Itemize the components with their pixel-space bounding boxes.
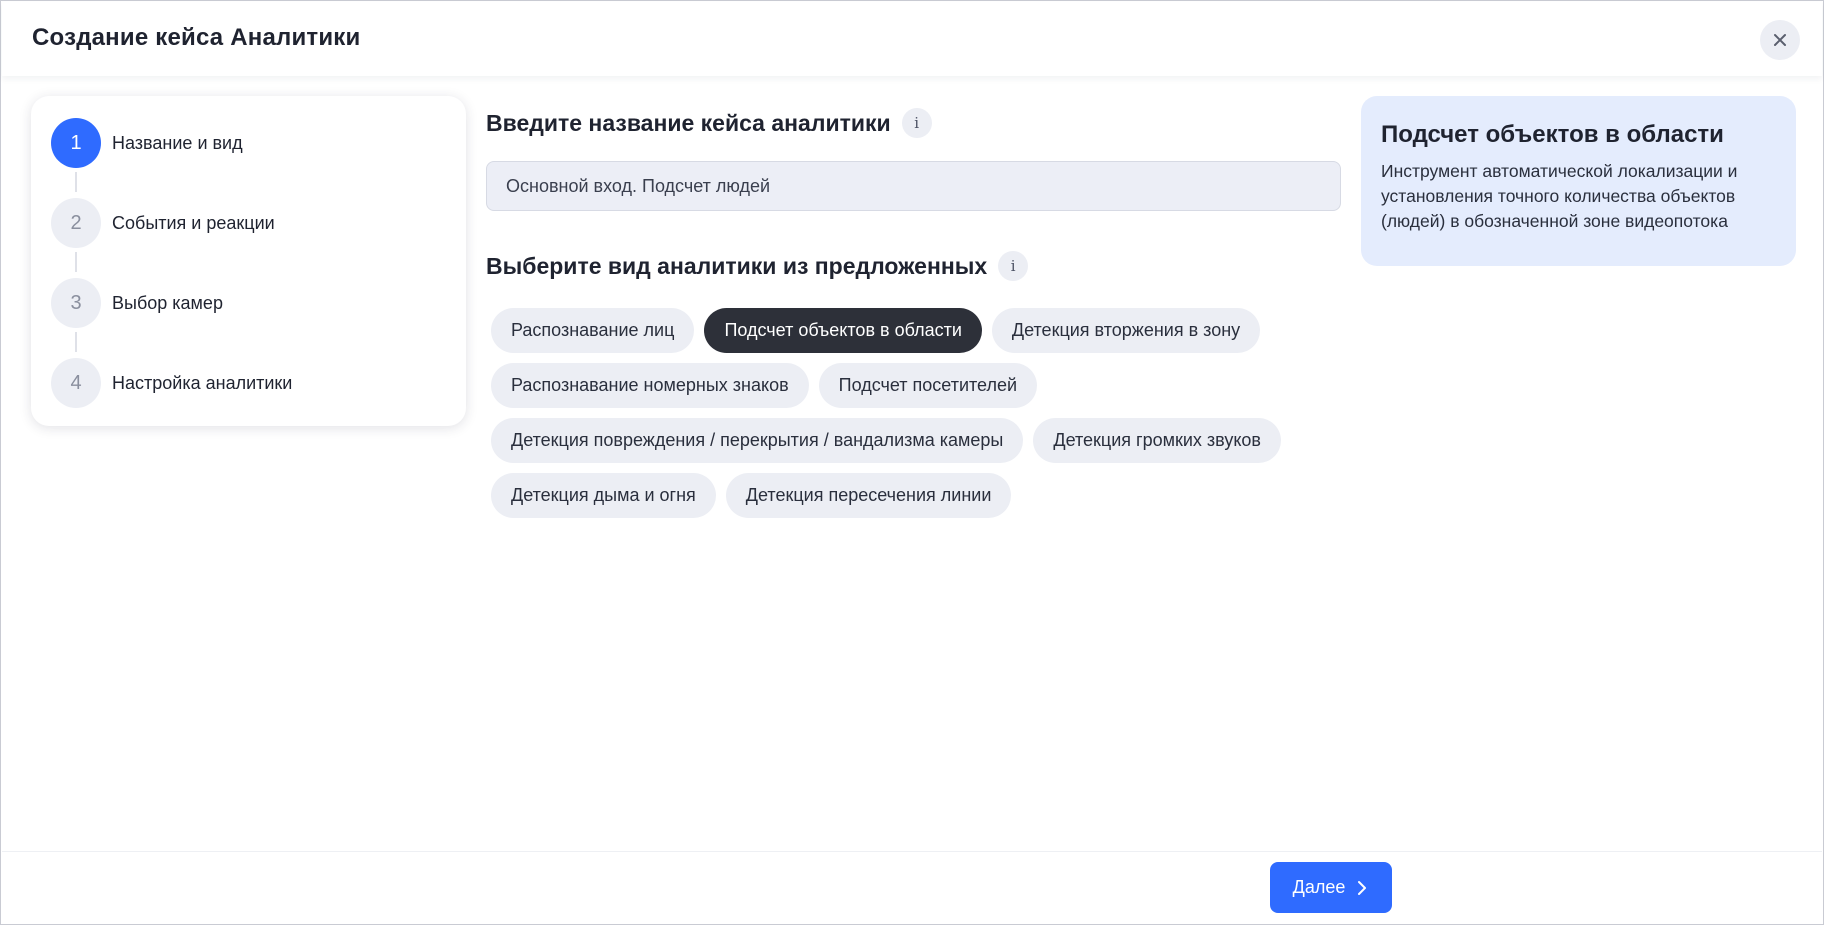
modal-footer: Далее bbox=[2, 851, 1822, 923]
step-label: События и реакции bbox=[112, 212, 275, 233]
step-connector bbox=[75, 172, 77, 192]
chip-license-plate-recognition[interactable]: Распознавание номерных знаков bbox=[491, 363, 809, 408]
step-connector bbox=[75, 332, 77, 352]
step-analytics-settings[interactable]: 4 Настройка аналитики bbox=[51, 358, 292, 408]
case-name-heading: Введите название кейса аналитики i bbox=[486, 108, 932, 138]
analytics-type-chips: Распознавание лиц Подсчет объектов в обл… bbox=[491, 308, 1341, 528]
close-icon bbox=[1774, 34, 1786, 46]
chip-zone-intrusion-detection[interactable]: Детекция вторжения в зону bbox=[991, 308, 1261, 353]
next-button[interactable]: Далее bbox=[1270, 862, 1392, 913]
close-button[interactable] bbox=[1760, 20, 1800, 60]
step-label: Настройка аналитики bbox=[112, 372, 293, 393]
analytics-description-card: Подсчет объектов в области Инструмент ав… bbox=[1361, 96, 1796, 266]
step-camera-selection[interactable]: 3 Выбор камер bbox=[51, 278, 223, 328]
chip-row: Распознавание номерных знаков Подсчет по… bbox=[491, 363, 1341, 408]
chip-camera-tamper-detection[interactable]: Детекция повреждения / перекрытия / ванд… bbox=[491, 418, 1024, 463]
chip-visitor-counting[interactable]: Подсчет посетителей bbox=[818, 363, 1038, 408]
step-events-and-reactions[interactable]: 2 События и реакции bbox=[51, 198, 275, 248]
chip-face-recognition[interactable]: Распознавание лиц bbox=[491, 308, 695, 353]
step-label: Выбор камер bbox=[112, 292, 223, 313]
step-number: 3 bbox=[51, 278, 101, 328]
chip-object-counting-in-area[interactable]: Подсчет объектов в области bbox=[704, 308, 982, 353]
next-button-label: Далее bbox=[1292, 877, 1346, 897]
modal-header: Создание кейса Аналитики bbox=[2, 2, 1822, 76]
step-label: Название и вид bbox=[112, 132, 243, 153]
case-name-heading-text: Введите название кейса аналитики bbox=[486, 109, 891, 136]
analytics-type-heading: Выберите вид аналитики из предложенных i bbox=[486, 251, 1029, 281]
modal-title: Создание кейса Аналитики bbox=[32, 24, 361, 51]
chevron-right-icon bbox=[1358, 880, 1367, 895]
chip-row: Детекция дыма и огня Детекция пересечени… bbox=[491, 473, 1341, 518]
step-name-and-type[interactable]: 1 Название и вид bbox=[51, 118, 243, 168]
chip-line-crossing-detection[interactable]: Детекция пересечения линии bbox=[725, 473, 1012, 518]
chip-row: Детекция повреждения / перекрытия / ванд… bbox=[491, 418, 1341, 463]
step-number: 4 bbox=[51, 358, 101, 408]
case-name-input[interactable] bbox=[486, 161, 1341, 211]
info-icon[interactable]: i bbox=[998, 251, 1029, 281]
chip-row: Распознавание лиц Подсчет объектов в обл… bbox=[491, 308, 1341, 353]
steps-panel: 1 Название и вид 2 События и реакции 3 В… bbox=[31, 96, 466, 426]
step-number: 1 bbox=[51, 118, 101, 168]
modal-window: Создание кейса Аналитики 1 Название и ви… bbox=[0, 0, 1824, 925]
analytics-type-heading-text: Выберите вид аналитики из предложенных bbox=[486, 252, 988, 279]
chip-smoke-fire-detection[interactable]: Детекция дыма и огня bbox=[491, 473, 716, 518]
description-title: Подсчет объектов в области bbox=[1381, 121, 1724, 148]
info-icon[interactable]: i bbox=[901, 108, 932, 138]
chip-loud-sound-detection[interactable]: Детекция громких звуков bbox=[1033, 418, 1281, 463]
description-text: Инструмент автоматической локализации и … bbox=[1381, 161, 1738, 231]
step-number: 2 bbox=[51, 198, 101, 248]
step-connector bbox=[75, 252, 77, 272]
